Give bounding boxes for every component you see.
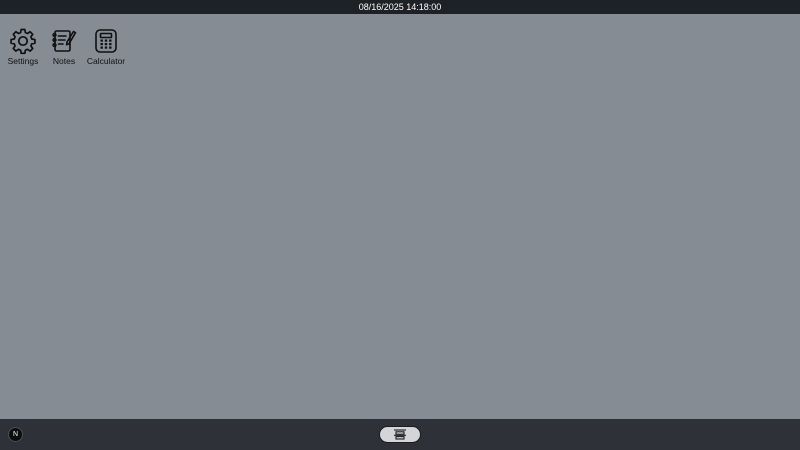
start-logo-icon: N — [12, 431, 19, 438]
gear-icon — [10, 28, 36, 55]
desktop-icon-calculator[interactable]: Calculator — [84, 27, 128, 66]
app-launcher-button[interactable] — [379, 426, 421, 443]
clock-datetime: 08/16/2025 14:18:00 — [358, 2, 442, 12]
desktop-icon-notes[interactable]: Notes — [42, 27, 86, 66]
desktop-icon-label: Settings — [7, 56, 39, 66]
desktop-icon-label: Notes — [52, 56, 76, 66]
taskbar: N — [0, 419, 800, 450]
desktop-icon-settings[interactable]: Settings — [1, 27, 45, 66]
notepad-icon — [52, 30, 77, 52]
start-button[interactable]: N — [8, 427, 23, 442]
desktop-icon-label: Calculator — [86, 56, 126, 66]
app-launcher-icon — [394, 429, 406, 440]
calculator-icon — [95, 29, 117, 53]
top-bar: 08/16/2025 14:18:00 — [0, 0, 800, 14]
desktop: Settings Notes Calculator — [0, 14, 800, 419]
